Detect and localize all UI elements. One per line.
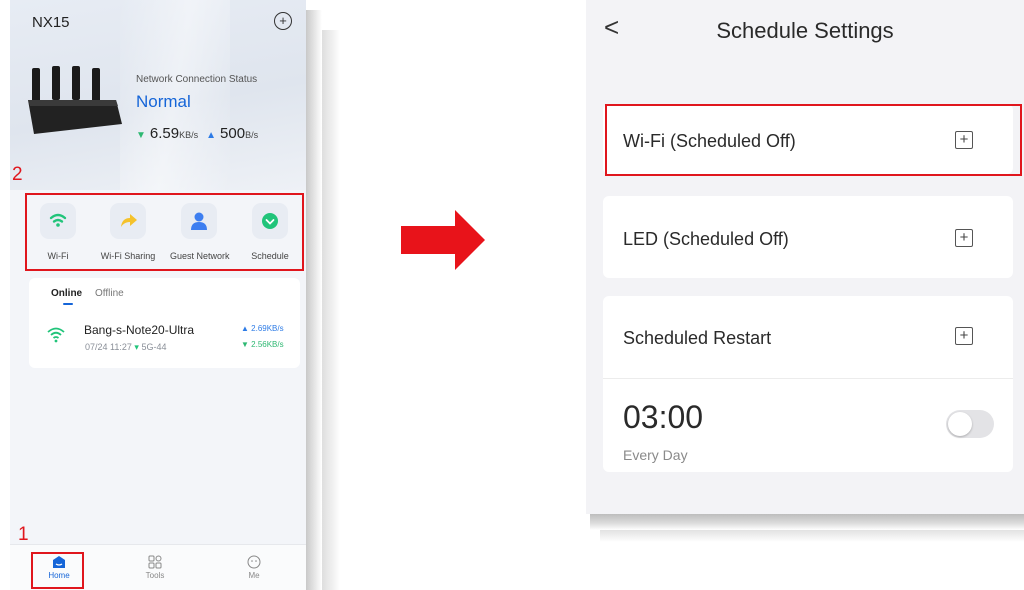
upload-speed: 500 [220,125,246,142]
annotation-step-2: 2 [12,164,23,185]
upload-unit: B/s [245,130,259,140]
connected-devices-card: Online Offline Bang-s-Note20-Ultra 07/24… [29,278,300,368]
router-image [28,66,122,134]
tab-offline[interactable]: Offline [95,288,124,299]
client-download: ▼ 2.56KB/s [241,340,284,349]
add-plus-icon[interactable]: + [955,229,973,247]
nav-tools[interactable]: Tools [125,555,185,580]
active-tab-indicator [63,303,73,305]
restart-time[interactable]: 03:00 [623,399,703,436]
restart-toggle[interactable] [946,410,994,438]
speed-row: ▼ 6.59KB/s ▲ 500B/s [136,125,258,142]
nav-tools-label: Tools [145,571,165,580]
toggle-knob [948,412,972,436]
profile-face-icon [247,555,261,569]
device-name: NX15 [32,14,70,31]
phone-shadow [590,514,1024,530]
client-download-value: 2.56KB/s [251,340,284,349]
wifi-tile [40,203,76,239]
add-plus-icon[interactable]: + [955,327,973,345]
quick-action-label: Guest Network [170,251,230,261]
divider [603,378,1013,379]
share-arrow-icon [121,214,137,227]
flow-arrow [401,226,457,254]
annotation-step-1: 1 [18,524,29,545]
home-highlight-box [31,552,84,589]
flow-arrow-head [455,210,485,270]
phone-shadow [600,530,1024,542]
guest-user-icon [191,212,207,230]
tools-grid-icon [148,555,162,569]
add-device-icon[interactable]: + [274,12,292,30]
client-upload-value: 2.69KB/s [251,324,284,333]
quick-action-wifi[interactable]: Wi-Fi [29,203,87,261]
quick-action-label: Wi-Fi [47,251,69,261]
client-upload: ▲ 2.69KB/s [241,324,284,333]
schedule-tile [252,203,288,239]
client-name[interactable]: Bang-s-Note20-Ultra [84,323,194,337]
quick-action-guest-network[interactable]: Guest Network [170,203,230,261]
download-speed: 6.59 [149,125,180,142]
client-time: 07/24 11:27 [85,342,132,352]
schedule-icon [262,213,278,229]
quick-actions-panel: Wi-Fi Wi-Fi Sharing Guest Network Schedu… [25,193,304,271]
guest-network-tile [181,203,217,239]
band-wifi-icon: ▾ [134,342,139,352]
upload-arrow-icon: ▲ [206,130,217,141]
download-unit: KB/s [179,130,199,140]
tab-online[interactable]: Online [51,288,82,299]
setting-scheduled-restart: Scheduled Restart + 03:00 Every Day [603,296,1013,472]
network-status-value: Normal [136,92,191,111]
wifi-sharing-tile [110,203,146,239]
phone-shadow [322,30,340,590]
setting-label: Scheduled Restart [623,328,772,348]
quick-action-wifi-sharing[interactable]: Wi-Fi Sharing [99,203,157,261]
nav-me[interactable]: Me [224,555,284,580]
wifi-highlight-box [605,104,1022,176]
quick-action-label: Wi-Fi Sharing [100,251,156,261]
schedule-settings-screen: < Schedule Settings Wi-Fi (Scheduled Off… [586,0,1024,514]
nav-me-label: Me [248,571,260,580]
phone-shadow [306,10,322,590]
quick-action-schedule[interactable]: Schedule [241,203,299,261]
home-screen: NX15 + Network Connection Status Normal … [10,0,306,590]
quick-action-label: Schedule [251,251,289,261]
setting-led-scheduled-off[interactable]: LED (Scheduled Off) + [603,196,1013,278]
setting-label: LED (Scheduled Off) [623,229,789,249]
page-title: Schedule Settings [716,18,894,43]
wifi-icon [49,213,67,227]
network-status-label: Network Connection Status [136,74,258,85]
client-meta: 07/24 11:27 ▾ 5G-44 [85,342,166,353]
restart-repeat: Every Day [623,447,688,463]
download-arrow-icon: ▼ [136,130,146,141]
client-wifi-icon [47,327,65,343]
client-band: 5G-44 [141,342,167,352]
